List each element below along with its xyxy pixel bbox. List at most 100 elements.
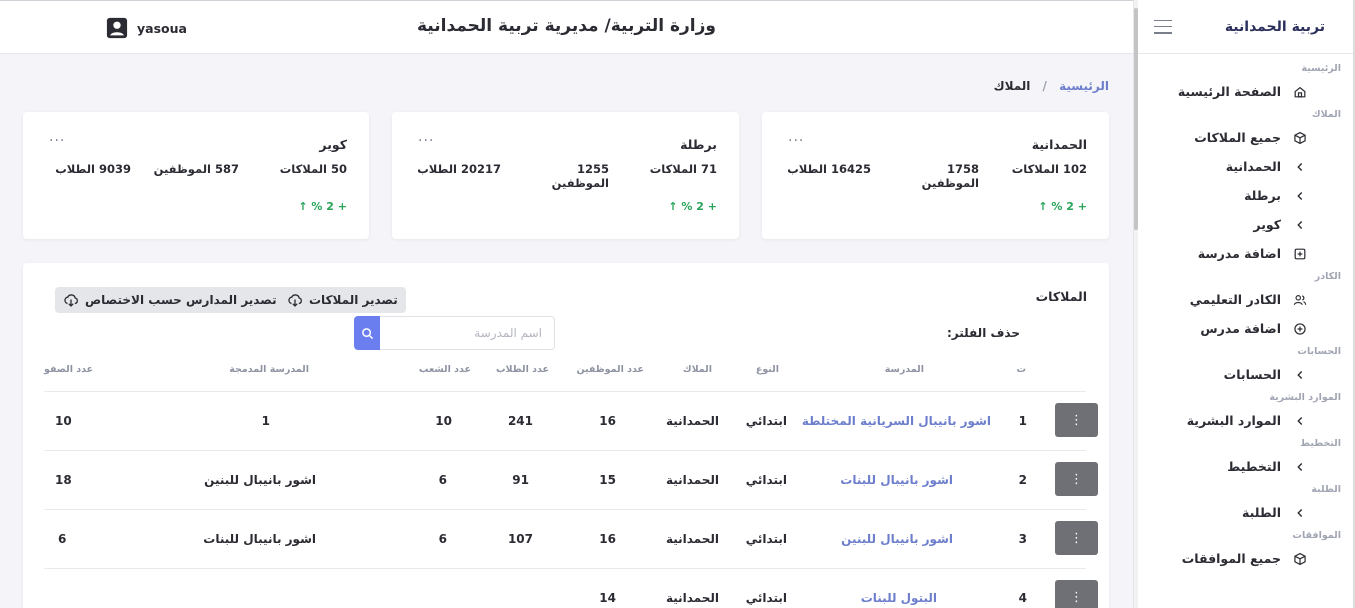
cell-school-link[interactable]: البتول للبنات xyxy=(861,591,937,605)
card-employees-label: الموظفين xyxy=(921,176,979,190)
breadcrumb-current: الملاك xyxy=(993,79,1031,93)
clear-filter-label[interactable]: حذف الفلتر: xyxy=(947,326,1020,340)
sidebar-scroll-thumb[interactable] xyxy=(1134,8,1138,230)
cell-malak: الحمدانية xyxy=(665,473,719,487)
sidebar-item-hr[interactable]: الموارد البشرية xyxy=(1134,406,1355,435)
chevron-left-icon xyxy=(1289,506,1311,520)
search-icon xyxy=(361,327,373,339)
cloud-download-icon xyxy=(288,294,302,307)
box-icon xyxy=(1289,552,1311,566)
row-divider xyxy=(44,509,1086,510)
stat-card-hamdaniya: الحمدانية ··· 102 الملاكات 1758 الموظفين… xyxy=(762,112,1109,239)
cell-merged: 1 xyxy=(261,414,270,428)
sidebar-item-accounts[interactable]: الحسابات xyxy=(1134,360,1355,389)
cell-classes: 10 xyxy=(55,414,72,428)
cell-sections: 6 xyxy=(438,532,447,546)
card-menu-icon[interactable]: ··· xyxy=(418,133,434,149)
school-search xyxy=(354,316,555,350)
sidebar-item-label: كوير xyxy=(1253,217,1281,232)
breadcrumb-home[interactable]: الرئيسية xyxy=(1059,79,1109,93)
cell-school-link[interactable]: اشور بانيبال للبنات xyxy=(840,473,953,487)
sidebar-item-planning[interactable]: التخطيط xyxy=(1134,452,1355,481)
cell-school-link[interactable]: اشور بانيبال للبنين xyxy=(841,532,953,546)
col-header-classes: عدد الصفو xyxy=(44,364,94,375)
sidebar-scrollbar[interactable] xyxy=(1134,0,1138,608)
cell-index: 3 xyxy=(1018,532,1027,546)
sidebar-item-label: التخطيط xyxy=(1227,459,1281,474)
cell-type: ابتدائي xyxy=(745,591,787,605)
col-header-employees: عدد الموظفين xyxy=(576,364,644,375)
row-actions-button[interactable]: ⋮ xyxy=(1055,462,1098,496)
export-schools-button[interactable]: تصدير الملاكات xyxy=(279,287,406,313)
stat-card-bartella: برطلة ··· 71 الملاكات 1255 الموظفين 2021… xyxy=(392,112,739,239)
sidebar-item-label: اضافة مدرس xyxy=(1200,321,1281,336)
sidebar-item-students[interactable]: الطلبة xyxy=(1134,498,1355,527)
sidebar-item-all-schools[interactable]: جميع الملاكات xyxy=(1134,123,1355,152)
col-header-sections: عدد الشعب xyxy=(418,364,471,375)
sidebar-item-add-school[interactable]: اضافة مدرسة xyxy=(1134,239,1355,268)
cell-employees: 16 xyxy=(599,414,616,428)
table-row: ⋮ 3 اشور بانيبال للبنين ابتدائي الحمداني… xyxy=(23,509,1109,568)
cell-index: 2 xyxy=(1018,473,1027,487)
sidebar-item-label: الصفحة الرئيسية xyxy=(1177,84,1281,99)
card-trend: + 2 % ↑ xyxy=(298,200,347,213)
breadcrumb-separator: / xyxy=(1042,79,1047,93)
cell-employees: 14 xyxy=(599,591,616,605)
table-row: ⋮ 1 اشور بانيبال السريانية المختلطة ابتد… xyxy=(23,391,1109,450)
card-menu-icon[interactable]: ··· xyxy=(788,133,804,149)
card-trend: + 2 % ↑ xyxy=(1038,200,1087,213)
home-icon xyxy=(1289,85,1311,99)
plus-square-icon xyxy=(1289,247,1311,261)
sidebar-item-label: الحسابات xyxy=(1223,367,1281,382)
card-trend: + 2 % ↑ xyxy=(668,200,717,213)
cell-type: ابتدائي xyxy=(745,414,787,428)
kebab-menu-icon: ⋮ xyxy=(1070,412,1083,428)
cell-classes: 6 xyxy=(58,532,67,546)
sidebar-item-all-approvals[interactable]: جميع الموافقات xyxy=(1134,544,1355,573)
sidebar-item-kuwair[interactable]: كوير xyxy=(1134,210,1355,239)
search-input[interactable] xyxy=(380,316,555,350)
kebab-menu-icon: ⋮ xyxy=(1070,471,1083,487)
sidebar-item-hamdaniya[interactable]: الحمدانية xyxy=(1134,152,1355,181)
search-button[interactable] xyxy=(354,316,380,350)
sidebar-item-bartella[interactable]: برطلة xyxy=(1134,181,1355,210)
card-employees-number: 1255 xyxy=(576,162,609,176)
card-employees-count: 587 الموظفين xyxy=(153,162,239,176)
row-actions-button[interactable]: ⋮ xyxy=(1055,580,1098,608)
sidebar-item-label: الحمدانية xyxy=(1225,159,1281,174)
col-header-school: المدرسة xyxy=(884,364,924,375)
cell-malak: الحمدانية xyxy=(665,532,719,546)
schools-table-card: الملاكات تصدير الملاكات تصدير المدارس حس… xyxy=(23,263,1109,608)
cell-students: 91 xyxy=(512,473,529,487)
sidebar-item-label: جميع الملاكات xyxy=(1194,130,1281,145)
col-header-index: ت xyxy=(1016,364,1026,375)
plus-circle-icon xyxy=(1289,322,1311,336)
menu-toggle-icon[interactable] xyxy=(1154,19,1172,34)
sidebar-item-add-teacher[interactable]: اضافة مدرس xyxy=(1134,314,1355,343)
export-by-specialty-button[interactable]: تصدير المدارس حسب الاختصاص xyxy=(55,287,285,313)
row-divider xyxy=(44,450,1086,451)
row-divider xyxy=(44,568,1086,569)
breadcrumb: الرئيسية / الملاك xyxy=(994,79,1109,93)
sidebar-item-home[interactable]: الصفحة الرئيسية xyxy=(1134,77,1355,106)
cell-index: 1 xyxy=(1018,414,1027,428)
cell-sections: 6 xyxy=(438,473,447,487)
sidebar-title: تربية الحمدانية xyxy=(1224,18,1325,35)
row-actions-button[interactable]: ⋮ xyxy=(1055,521,1098,555)
cell-school-link[interactable]: اشور بانيبال السريانية المختلطة xyxy=(802,414,991,428)
card-students-count: 20217 الطلاب xyxy=(417,162,501,176)
top-bar: yasoua وزارة التربية/ مديرية تربية الحمد… xyxy=(0,0,1133,54)
card-menu-icon[interactable]: ··· xyxy=(49,133,65,149)
sidebar-item-label: الكادر التعليمي xyxy=(1189,292,1281,307)
row-actions-button[interactable]: ⋮ xyxy=(1055,403,1098,437)
section-schools: الملاك xyxy=(1311,109,1341,120)
sidebar-item-teaching-staff[interactable]: الكادر التعليمي xyxy=(1134,285,1355,314)
table-row: ⋮ 2 اشور بانيبال للبنات ابتدائي الحمداني… xyxy=(23,450,1109,509)
card-schools-count: 71 الملاكات xyxy=(649,162,717,176)
section-approvals: الموافقات xyxy=(1292,530,1341,541)
chevron-left-icon xyxy=(1289,460,1311,474)
section-hr: الموارد البشرية xyxy=(1269,392,1341,403)
col-header-students: عدد الطلاب xyxy=(496,364,549,375)
card-employees-count: 1255 الموظفين xyxy=(552,162,609,190)
cell-students: 107 xyxy=(507,532,533,546)
